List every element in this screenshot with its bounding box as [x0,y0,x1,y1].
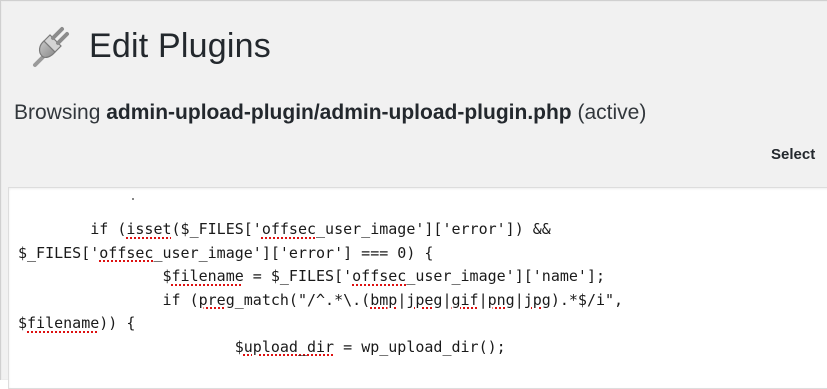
select-plugin-label: Select [771,146,816,163]
code-line-2: $_FILES['offsec_user_image']['error'] ==… [18,243,434,262]
page-heading: Edit Plugins [89,26,271,65]
browsing-prefix: Browsing [14,101,101,124]
browsing-status: (active) [577,101,647,124]
code-line-1: if (isset($_FILES['offsec_user_image']['… [18,220,551,238]
browsing-file-line: Browsing admin-upload-plugin/admin-uploa… [14,101,646,125]
editor-cursor-mark [132,198,134,200]
code-line-6: $upload_dir = wp_upload_dir(); [18,337,506,356]
browsing-file-name: admin-upload-plugin/admin-upload-plugin.… [106,101,572,124]
code-editor-textarea[interactable]: if (isset($_FILES['offsec_user_image']['… [8,187,827,389]
page-title: Edit Plugins [29,21,271,71]
code-content: if (isset($_FILES['offsec_user_image']['… [18,218,623,359]
plugin-plug-icon [33,27,69,67]
edit-plugins-panel: Edit Plugins Browsing admin-upload-plugi… [0,0,827,389]
code-line-3: $filename = $_FILES['offsec_user_image']… [18,267,606,285]
code-line-5: $filename)) { [18,314,136,332]
code-line-4: if (preg_match("/^.*\.(bmp|jpeg|gif|png|… [18,290,624,309]
